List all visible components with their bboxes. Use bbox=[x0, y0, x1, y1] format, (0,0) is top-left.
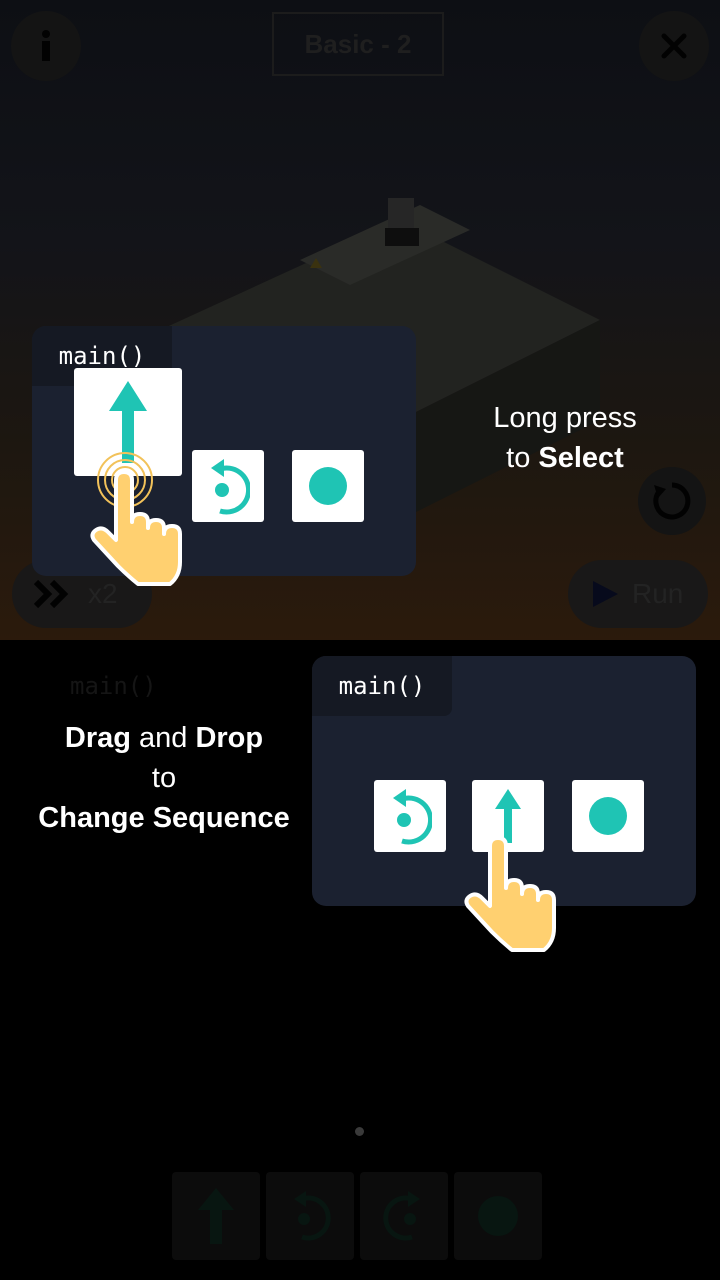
circle-action-icon bbox=[478, 1196, 518, 1236]
turn-left-icon bbox=[393, 789, 432, 845]
play-icon bbox=[593, 581, 618, 607]
command-tile-action[interactable] bbox=[572, 780, 644, 852]
caption-line-1: Long press bbox=[493, 402, 637, 434]
palette-action-tile[interactable] bbox=[454, 1172, 542, 1260]
info-icon bbox=[42, 30, 50, 61]
hand-drag-icon bbox=[464, 836, 556, 952]
caption-drag: Drag bbox=[64, 722, 131, 754]
arrow-up-icon bbox=[198, 1188, 234, 1244]
turn-left-icon bbox=[211, 459, 250, 515]
turn-right-icon bbox=[383, 1191, 420, 1241]
circle-action-icon bbox=[589, 797, 627, 835]
turn-left-icon bbox=[294, 1191, 331, 1241]
circle-action-icon bbox=[309, 467, 347, 505]
command-palette bbox=[172, 1172, 542, 1260]
caption-to: to bbox=[151, 762, 177, 794]
caption-and: and bbox=[130, 722, 196, 754]
close-button[interactable] bbox=[639, 11, 709, 81]
caption-change-sequence: Change Sequence bbox=[38, 802, 290, 834]
reset-icon bbox=[653, 482, 691, 520]
caption-drop: Drop bbox=[195, 722, 264, 754]
fast-forward-icon bbox=[34, 579, 69, 609]
caption-prefix: to bbox=[506, 442, 539, 474]
palette-forward-tile[interactable] bbox=[172, 1172, 260, 1260]
run-label: Run bbox=[632, 578, 684, 609]
run-button[interactable]: Run bbox=[568, 560, 708, 628]
caption-drag-drop: Drag and Drop to Change Sequence bbox=[20, 718, 308, 838]
hand-pointer-icon bbox=[90, 470, 182, 586]
level-title: Basic - 2 bbox=[272, 12, 444, 76]
command-tile-action[interactable] bbox=[292, 450, 364, 522]
close-icon bbox=[661, 33, 687, 59]
caption-long-press: Long press to Select bbox=[470, 398, 660, 478]
page-indicator-dot bbox=[355, 1127, 364, 1136]
background-code-label: main() bbox=[70, 672, 157, 700]
palette-turn-left-tile[interactable] bbox=[266, 1172, 354, 1260]
panel-code-label: main() bbox=[312, 656, 452, 716]
info-button[interactable] bbox=[11, 11, 81, 81]
caption-emphasis: Select bbox=[538, 442, 624, 474]
command-tile-turn-left[interactable] bbox=[192, 450, 264, 522]
palette-turn-right-tile[interactable] bbox=[360, 1172, 448, 1260]
command-tile-turn-left[interactable] bbox=[374, 780, 446, 852]
